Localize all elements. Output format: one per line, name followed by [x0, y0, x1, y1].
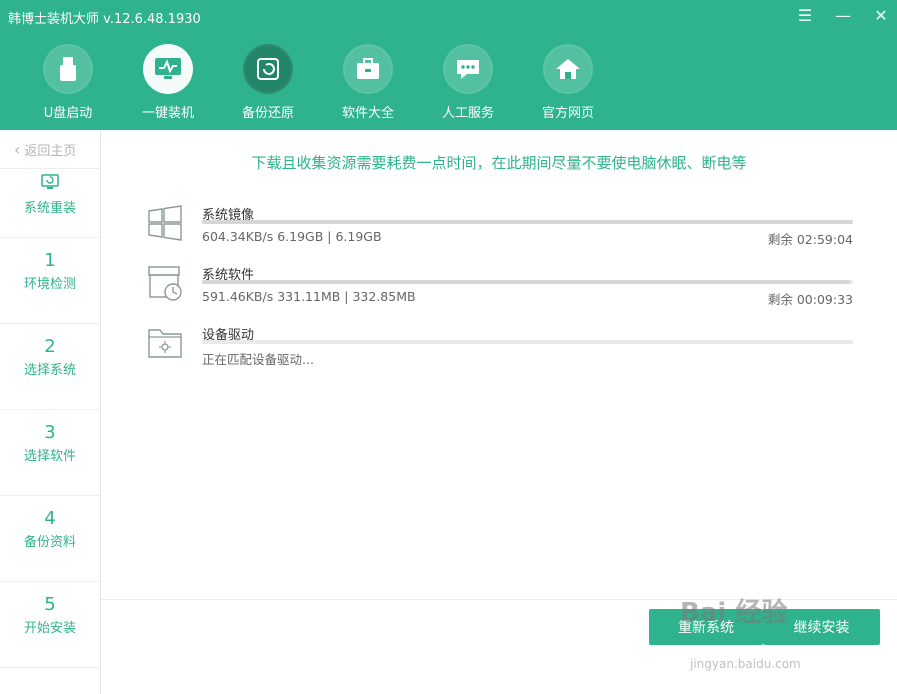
progress-bar	[202, 340, 853, 344]
download-row-device-drivers: 设备驱动 正在匹配设备驱动...	[146, 324, 861, 376]
close-icon[interactable]: ✕	[873, 6, 889, 25]
chat-icon	[443, 44, 493, 94]
driver-folder-icon	[146, 324, 188, 366]
monitor-icon	[143, 44, 193, 94]
top-nav: U盘启动 一键装机 备份还原 软件大全 人工服务 官方网页	[18, 44, 618, 121]
back-home-link[interactable]: ‹ 返回主页	[0, 130, 100, 169]
download-row-system-software: 系统软件 591.46KB/s 331.11MB | 332.85MB 剩余 0…	[146, 264, 861, 316]
nav-label: 一键装机	[141, 106, 194, 121]
nav-label: 软件大全	[341, 106, 394, 121]
header: 韩博士装机大师 v.12.6.48.1930 ☰ — ✕ U盘启动 一键装机 备…	[0, 0, 897, 130]
minimize-icon[interactable]: —	[835, 6, 851, 25]
step-label: 环境检测	[23, 277, 76, 292]
step-label: 系统重装	[23, 201, 76, 216]
download-stats: 正在匹配设备驱动...	[202, 352, 314, 367]
progress-bar	[202, 220, 853, 224]
monitor-small-icon	[0, 169, 100, 195]
nav-software[interactable]: 软件大全	[318, 44, 418, 121]
menu-icon[interactable]: ☰	[797, 6, 813, 25]
app-window: 韩博士装机大师 v.12.6.48.1930 ☰ — ✕ U盘启动 一键装机 备…	[0, 0, 897, 694]
step-label: 选择软件	[23, 449, 76, 464]
nav-label: 备份还原	[241, 106, 294, 121]
step-1: 1 环境检测	[0, 238, 100, 324]
software-box-icon	[146, 264, 188, 306]
step-number: 1	[44, 250, 56, 271]
download-row-system-image: 系统镜像 604.34KB/s 6.19GB | 6.19GB 剩余 02:59…	[146, 204, 861, 256]
window-controls: ☰ — ✕	[797, 6, 889, 25]
briefcase-icon	[343, 44, 393, 94]
step-2: 2 选择系统	[0, 324, 100, 410]
nav-support[interactable]: 人工服务	[418, 44, 518, 121]
nav-label: 官方网页	[541, 106, 594, 121]
time-remaining: 剩余 00:09:33	[767, 292, 853, 307]
download-notice: 下载且收集资源需要耗费一点时间，在此期间尽量不要使电脑休眠、断电等	[251, 154, 747, 172]
nav-label: 人工服务	[441, 106, 494, 121]
chevron-left-icon: ‹	[14, 139, 21, 159]
restore-icon	[243, 44, 293, 94]
progress-fill	[202, 280, 850, 284]
download-stats: 591.46KB/s 331.11MB | 332.85MB	[202, 289, 416, 304]
nav-usb-boot[interactable]: U盘启动	[18, 44, 118, 121]
nav-backup-restore[interactable]: 备份还原	[218, 44, 318, 121]
back-label: 返回主页	[24, 143, 77, 159]
step-number: 3	[44, 422, 56, 443]
usb-icon	[43, 44, 93, 94]
step-3: 3 选择软件	[0, 410, 100, 496]
step-label: 备份资料	[23, 535, 76, 550]
window-title: 韩博士装机大师 v.12.6.48.1930	[8, 12, 201, 27]
step-label: 开始安装	[23, 621, 76, 636]
step-label: 选择系统	[23, 363, 76, 378]
nav-label: U盘启动	[43, 106, 93, 121]
home-icon	[543, 44, 593, 94]
nav-website[interactable]: 官方网页	[518, 44, 618, 121]
progress-bar	[202, 280, 853, 284]
step-4: 4 备份资料	[0, 496, 100, 582]
progress-fill	[202, 220, 853, 224]
baidu-watermark: Bai 经验	[680, 598, 788, 628]
step-5: 5 开始安装	[0, 582, 100, 668]
steps-sidebar: ‹ 返回主页 系统重装 1 环境检测 2 选择系统 3 选择软件 4 备份资料 …	[0, 130, 101, 694]
step-number: 5	[44, 594, 56, 615]
step-reinstall: 系统重装	[0, 169, 100, 238]
baidu-watermark-url: jingyan.baidu.com	[690, 657, 801, 671]
nav-one-click-install[interactable]: 一键装机	[118, 44, 218, 121]
step-number: 2	[44, 336, 56, 357]
step-number: 4	[44, 508, 56, 529]
time-remaining: 剩余 02:59:04	[767, 232, 853, 247]
windows-icon	[146, 204, 188, 246]
download-stats: 604.34KB/s 6.19GB | 6.19GB	[202, 229, 382, 244]
